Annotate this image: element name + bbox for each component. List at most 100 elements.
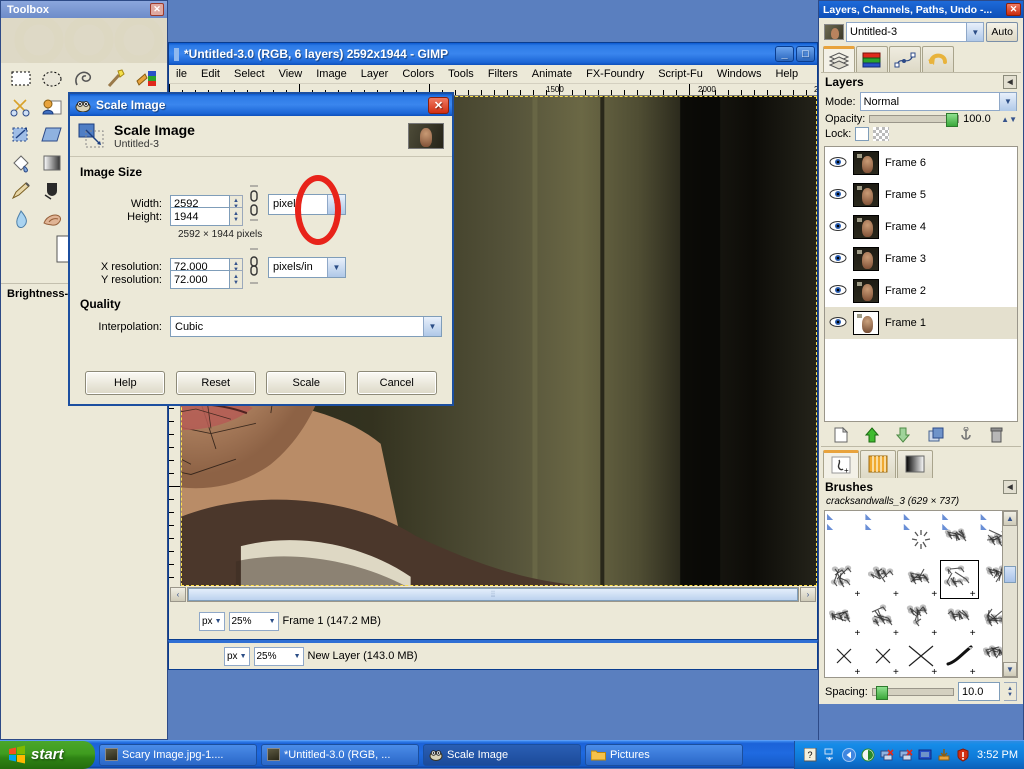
brush-cell[interactable]: + <box>863 599 901 639</box>
blur-tool[interactable] <box>5 205 37 233</box>
brush-cell[interactable]: ◣ <box>902 511 940 521</box>
menu-item-edit[interactable]: Edit <box>194 68 227 80</box>
eye-visibility-icon[interactable] <box>829 188 847 202</box>
help-button[interactable]: Help <box>85 371 166 395</box>
eye-visibility-icon[interactable] <box>829 284 847 298</box>
menu-item-image[interactable]: Image <box>309 68 354 80</box>
height-stepper[interactable]: ▲ ▼ <box>230 207 243 226</box>
gimp-menu-bar[interactable]: ile Edit Select View Image Layer Colors Tools Fi… <box>169 65 817 84</box>
scroll-right-button[interactable]: › <box>800 587 816 602</box>
lock-alpha-icon[interactable] <box>873 127 890 141</box>
spacing-value[interactable]: 10.0 <box>958 682 1000 701</box>
brush-cell[interactable]: + <box>940 560 979 600</box>
brush-cell[interactable]: + <box>940 638 978 678</box>
chevron-down-icon[interactable]: ▼ <box>966 23 984 41</box>
cancel-button[interactable]: Cancel <box>356 371 437 395</box>
chevron-down-icon[interactable]: ▼ <box>269 618 276 625</box>
menu-item-select[interactable]: Select <box>227 68 272 80</box>
chevron-down-icon[interactable]: ▼ <box>215 618 222 625</box>
auto-button[interactable]: Auto <box>986 22 1018 42</box>
dock-close-icon[interactable]: ✕ <box>1006 3 1021 16</box>
unit-selector[interactable]: px ▼ <box>199 611 225 631</box>
brush-cell[interactable]: + <box>902 560 940 600</box>
panel-menu-icon[interactable]: ◀ <box>1003 480 1017 494</box>
lock-alpha-checkbox[interactable] <box>855 127 870 141</box>
scroll-thumb[interactable]: ⦙⦙ <box>188 588 798 601</box>
zoom-selector[interactable]: 25% ▼ <box>228 611 279 631</box>
brush-cell[interactable]: ◣ <box>863 521 901 560</box>
minimize-button[interactable]: _ <box>775 46 794 62</box>
chain-link-icon[interactable] <box>246 184 262 224</box>
brush-cell[interactable]: ◣ <box>902 521 940 560</box>
reset-button[interactable]: Reset <box>175 371 256 395</box>
layer-row[interactable]: Frame 2 <box>825 275 1017 307</box>
anchor-layer-button[interactable] <box>959 426 977 443</box>
menu-item-animate[interactable]: Animate <box>525 68 579 80</box>
layer-row[interactable]: Frame 4 <box>825 211 1017 243</box>
layer-row[interactable]: Frame 5 <box>825 179 1017 211</box>
start-button[interactable]: start <box>0 740 95 769</box>
brush-cell[interactable]: + <box>863 638 901 678</box>
menu-item-colors[interactable]: Colors <box>395 68 441 80</box>
scale-button[interactable]: Scale <box>266 371 347 395</box>
display-icon[interactable] <box>917 747 932 762</box>
tab-brushes[interactable]: + <box>823 450 859 478</box>
scroll-track[interactable]: ⦙⦙ <box>187 587 799 602</box>
brush-cell[interactable]: ◣ <box>863 511 901 521</box>
chevron-down-icon[interactable]: ▼ <box>999 92 1016 111</box>
mode-combo[interactable]: Normal ▼ <box>859 92 1017 111</box>
scroll-up-button[interactable]: ▲ <box>1003 511 1017 526</box>
yres-stepper[interactable]: ▲ ▼ <box>230 270 243 289</box>
scroll-thumb[interactable] <box>1004 566 1016 583</box>
toolbox-title-bar[interactable]: Toolbox ✕ <box>1 1 167 18</box>
brush-cell[interactable]: + <box>825 599 863 639</box>
tab-gradients[interactable] <box>897 450 933 478</box>
brush-cell[interactable]: + <box>863 560 901 600</box>
chevron-down-icon[interactable]: ▼ <box>423 317 441 336</box>
panel-menu-icon[interactable]: ◀ <box>1003 75 1017 89</box>
brush-scrollbar[interactable]: ▲ ▼ <box>1002 511 1017 677</box>
horizontal-scrollbar[interactable]: ‹ ⦙⦙ › <box>169 586 817 603</box>
help-icon[interactable]: ? <box>803 747 818 762</box>
taskbar-item-scale-image[interactable]: Scale Image <box>423 743 581 766</box>
ink-tool[interactable] <box>37 177 69 205</box>
show-hidden-icon[interactable] <box>822 747 837 762</box>
raise-layer-button[interactable] <box>864 427 883 443</box>
scale-dialog-close-button[interactable]: ✕ <box>428 96 449 114</box>
layer-list[interactable]: Frame 6 Frame 5 Frame 4 Frame 3 Frame 2 Frame… <box>824 146 1018 422</box>
menu-item-ile[interactable]: ile <box>169 68 194 80</box>
expand-tray-icon[interactable] <box>841 747 856 762</box>
scale-dialog-title-bar[interactable]: Scale Image ✕ <box>70 94 452 116</box>
gimp-title-bar[interactable]: *Untitled-3.0 (RGB, 6 layers) 2592x1944 … <box>169 43 817 65</box>
toolbox-close-icon[interactable]: ✕ <box>150 3 164 16</box>
gradient-tool[interactable] <box>37 149 69 177</box>
brush-cell[interactable]: + <box>940 599 978 639</box>
height-input[interactable]: 1944 <box>170 207 230 226</box>
menu-item-script-fu[interactable]: Script-Fu <box>651 68 710 80</box>
free-select-tool[interactable] <box>68 65 100 93</box>
brush-cell[interactable]: ◣ <box>940 521 978 560</box>
layer-row[interactable]: Frame 1 <box>825 307 1017 339</box>
menu-item-help[interactable]: Help <box>768 68 805 80</box>
spacing-slider-knob[interactable] <box>875 685 888 700</box>
spacing-slider[interactable] <box>871 685 954 700</box>
menu-item-windows[interactable]: Windows <box>710 68 769 80</box>
taskbar-item-pictures[interactable]: Pictures <box>585 743 743 766</box>
delete-layer-button[interactable] <box>990 427 1008 443</box>
color-select-tool[interactable] <box>131 65 163 93</box>
crop-tool[interactable] <box>5 121 37 149</box>
menu-item-fx-foundry[interactable]: FX-Foundry <box>579 68 651 80</box>
layer-row[interactable]: Frame 6 <box>825 147 1017 179</box>
shear-tool[interactable] <box>37 121 69 149</box>
brush-cell[interactable]: + <box>825 638 863 678</box>
chevron-down-icon[interactable]: ▼ <box>327 194 345 214</box>
fuzzy-select-tool[interactable] <box>100 65 132 93</box>
brush-cell[interactable]: + <box>825 560 863 600</box>
spacing-stepper[interactable]: ▲ ▼ <box>1004 682 1017 701</box>
scroll-left-button[interactable]: ‹ <box>170 587 186 602</box>
dock-title-bar[interactable]: Layers, Channels, Paths, Undo -... ✕ <box>819 1 1023 18</box>
yres-input[interactable]: 72.000 <box>170 270 230 289</box>
resolution-unit-combo[interactable]: pixels/in ▼ <box>268 256 346 278</box>
eye-visibility-icon[interactable] <box>829 252 847 266</box>
smudge-tool[interactable] <box>37 205 69 233</box>
